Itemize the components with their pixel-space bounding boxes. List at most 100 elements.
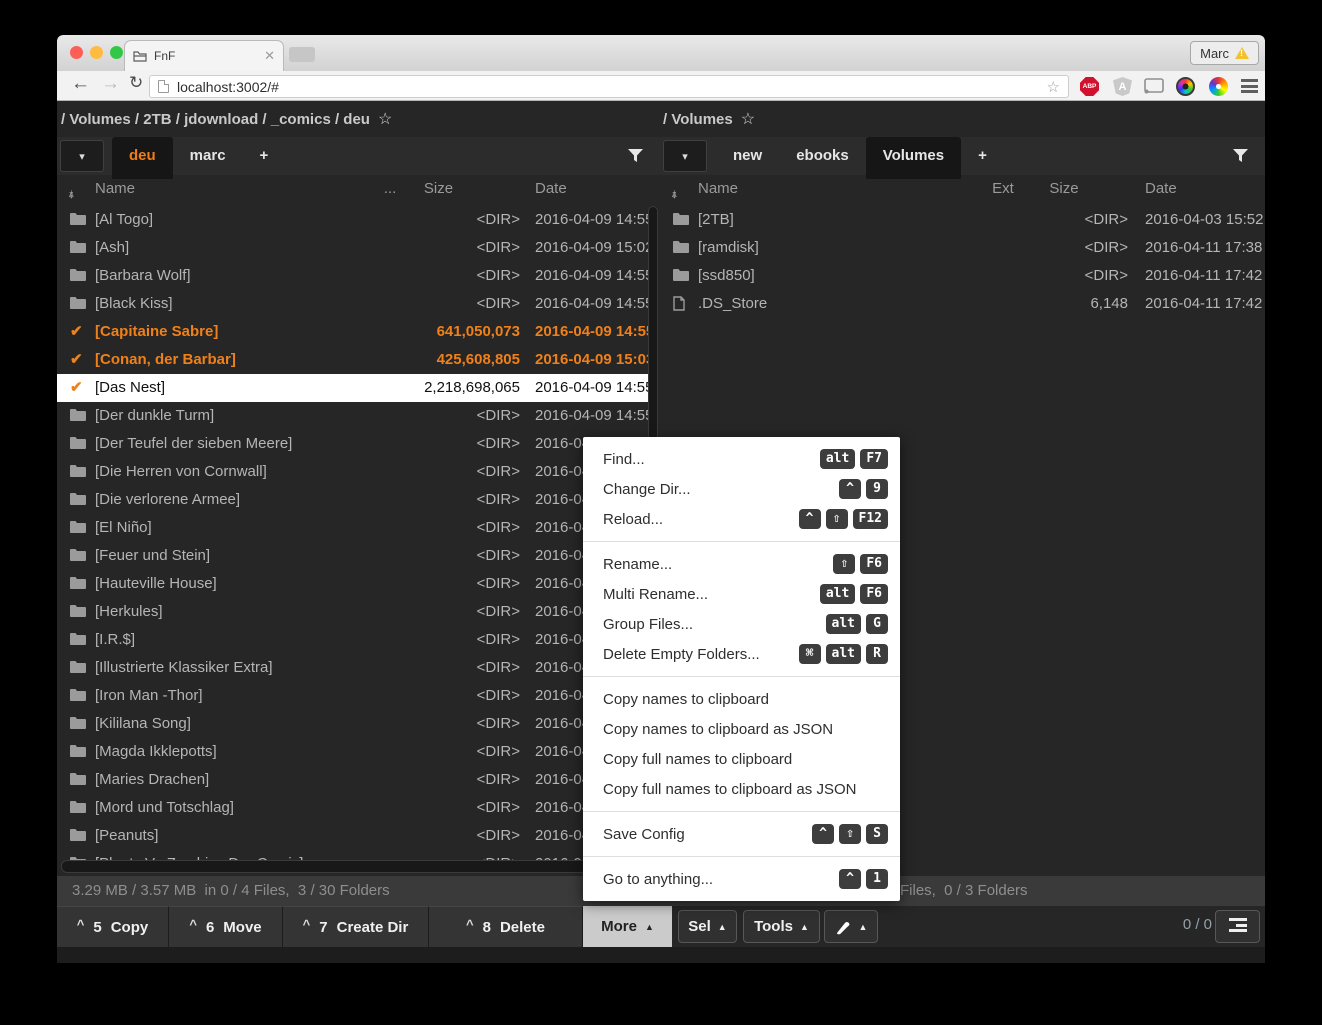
column-size[interactable]: Size <box>1000 180 1128 197</box>
file-row[interactable]: [Illustrierte Klassiker Extra]<DIR>2016-… <box>57 654 648 682</box>
more-button[interactable]: More▲ <box>583 906 672 947</box>
cast-extension-icon[interactable] <box>1144 78 1164 94</box>
file-row[interactable]: [Hauteville House]<DIR>2016-04-09 14:55 <box>57 570 648 598</box>
file-row[interactable]: .DS_Store6,1482016-04-11 17:42 <box>660 290 1265 318</box>
menu-item-reload[interactable]: Reload...^⇧F12 <box>583 504 900 534</box>
file-row[interactable]: [Der Teufel der sieben Meere]<DIR>2016-0… <box>57 430 648 458</box>
column-size[interactable]: Size <box>357 180 520 197</box>
window-bottom-strip <box>57 947 1265 963</box>
forward-icon[interactable]: → <box>101 73 120 95</box>
file-row[interactable]: ✔[Capitaine Sabre]641,050,0732016-04-09 … <box>57 318 648 346</box>
menu-item-copy-full-names-to-clipboard[interactable]: Copy full names to clipboard <box>583 744 900 774</box>
file-row[interactable]: [ramdisk]<DIR>2016-04-11 17:38 <box>660 234 1265 262</box>
copy-button[interactable]: ^5Copy <box>57 906 169 947</box>
horizontal-scrollbar[interactable] <box>61 860 645 873</box>
menu-item-copy-names-to-clipboard-as-json[interactable]: Copy names to clipboard as JSON <box>583 714 900 744</box>
file-row[interactable]: [Die verlorene Armee]<DIR>2016-04-09 14:… <box>57 486 648 514</box>
menu-item-change-dir[interactable]: Change Dir...^9 <box>583 474 900 504</box>
folder-icon <box>70 408 86 421</box>
column-name[interactable]: Name <box>95 180 135 197</box>
menu-item-copy-full-names-to-clipboard-as-json[interactable]: Copy full names to clipboard as JSON <box>583 774 900 804</box>
file-row[interactable]: [Peanuts]<DIR>2016-04-09 14:55 <box>57 822 648 850</box>
create-dir-button[interactable]: ^7Create Dir <box>283 906 429 947</box>
breadcrumb-left[interactable]: / Volumes / 2TB / jdownload / _comics / … <box>61 109 392 129</box>
file-row[interactable]: ✔[Das Nest]2,218,698,0652016-04-09 14:55 <box>57 374 648 402</box>
file-row[interactable]: [Der dunkle Turm]<DIR>2016-04-09 14:55 <box>57 402 648 430</box>
zoom-window-button[interactable] <box>110 46 123 59</box>
button-label: Create Dir <box>337 919 409 936</box>
move-button[interactable]: ^6Move <box>169 906 283 947</box>
file-name: [2TB] <box>698 211 734 228</box>
left-filter-icon[interactable] <box>628 149 643 163</box>
menu-item-rename[interactable]: Rename...⇧F6 <box>583 549 900 579</box>
column-name[interactable]: Name <box>698 180 738 197</box>
colorpicker-extension-icon[interactable] <box>1176 77 1195 96</box>
menu-item-copy-names-to-clipboard[interactable]: Copy names to clipboard <box>583 684 900 714</box>
close-window-button[interactable] <box>70 46 83 59</box>
file-row[interactable]: [I.R.$]<DIR>2016-04-09 14:55 <box>57 626 648 654</box>
menu-item-go-to-anything[interactable]: Go to anything...^1 <box>583 864 900 894</box>
column-date[interactable]: Date <box>535 180 567 197</box>
pane-tab-Volumes[interactable]: Volumes <box>866 137 961 179</box>
url-bar[interactable]: localhost:3002/# ☆ <box>149 75 1069 98</box>
pane-tab-ebooks[interactable]: ebooks <box>779 137 866 175</box>
theme-brush-button[interactable]: ▲ <box>824 910 878 943</box>
file-row[interactable]: [Magda Ikklepotts]<DIR>2016-04-09 14:55 <box>57 738 648 766</box>
file-row[interactable]: [Kililana Song]<DIR>2016-04-09 14:55 <box>57 710 648 738</box>
file-name: [Barbara Wolf] <box>95 267 191 284</box>
close-tab-icon[interactable]: ✕ <box>264 48 275 64</box>
log-button[interactable] <box>1215 910 1260 943</box>
folder-icon <box>673 240 689 253</box>
file-row[interactable]: [Al Togo]<DIR>2016-04-09 14:55 <box>57 206 648 234</box>
file-row[interactable]: ✔[Conan, der Barbar]425,608,8052016-04-0… <box>57 346 648 374</box>
file-row[interactable]: [Ash]<DIR>2016-04-09 15:02 <box>57 234 648 262</box>
sel-button[interactable]: Sel▲ <box>678 910 737 943</box>
file-row[interactable]: [Herkules]<DIR>2016-04-09 14:55 <box>57 598 648 626</box>
file-row[interactable]: [2TB]<DIR>2016-04-03 15:52 <box>660 206 1265 234</box>
menu-item-delete-empty-folders[interactable]: Delete Empty Folders...⌘altR <box>583 639 900 669</box>
angular-extension-icon[interactable]: A <box>1113 77 1132 96</box>
file-date: 2016-04-09 15:02 <box>535 239 648 256</box>
pane-tab-deu[interactable]: deu <box>112 137 173 179</box>
file-name: [Feuer und Stein] <box>95 547 210 564</box>
menu-item-find[interactable]: Find...altF7 <box>583 444 900 474</box>
right-tab-dropdown-button[interactable]: ▾ <box>663 140 707 172</box>
chrome-menu-icon[interactable] <box>1241 79 1258 96</box>
pane-tab-[interactable]: + <box>961 137 1004 175</box>
favorite-star-icon[interactable]: ☆ <box>378 111 392 128</box>
file-row[interactable]: [El Niño]<DIR>2016-04-09 14:55 <box>57 514 648 542</box>
breadcrumb-right[interactable]: / Volumes☆ <box>663 109 755 129</box>
adblock-extension-icon[interactable]: ABP <box>1080 77 1099 96</box>
reload-icon[interactable]: ↻ <box>129 73 143 93</box>
pane-tab-new[interactable]: new <box>716 137 779 175</box>
new-browser-tab-button[interactable] <box>289 47 315 62</box>
minimize-window-button[interactable] <box>90 46 103 59</box>
favorite-star-icon[interactable]: ☆ <box>741 111 755 128</box>
menu-item-multi-rename[interactable]: Multi Rename...altF6 <box>583 579 900 609</box>
pane-tab-marc[interactable]: marc <box>173 137 243 175</box>
column-date[interactable]: Date <box>1145 180 1177 197</box>
pane-tab-[interactable]: + <box>243 137 286 175</box>
menu-item-group-files[interactable]: Group Files...altG <box>583 609 900 639</box>
file-row[interactable]: [Die Herren von Cornwall]<DIR>2016-04-09… <box>57 458 648 486</box>
tools-button[interactable]: Tools▲ <box>743 910 820 943</box>
file-row[interactable]: [Barbara Wolf]<DIR>2016-04-09 14:55 <box>57 262 648 290</box>
profile-button[interactable]: Marc <box>1190 41 1259 65</box>
browser-tab[interactable]: FnF ✕ <box>124 40 284 71</box>
file-row[interactable]: [Iron Man -Thor]<DIR>2016-04-09 14:55 <box>57 682 648 710</box>
shortcut-key: ^ <box>812 824 834 844</box>
menu-item-save-config[interactable]: Save Config^⇧S <box>583 819 900 849</box>
file-row[interactable]: [Feuer und Stein]<DIR>2016-04-09 14:55 <box>57 542 648 570</box>
file-row[interactable]: [Maries Drachen]<DIR>2016-04-09 14:55 <box>57 766 648 794</box>
bookmark-star-icon[interactable]: ☆ <box>1047 78 1060 96</box>
back-icon[interactable]: ← <box>71 73 90 95</box>
colorwheel-extension-icon[interactable] <box>1209 77 1228 96</box>
file-row[interactable]: [ssd850]<DIR>2016-04-11 17:42 <box>660 262 1265 290</box>
file-size: <DIR> <box>357 491 520 508</box>
file-row[interactable]: [Black Kiss]<DIR>2016-04-09 14:55 <box>57 290 648 318</box>
file-row[interactable]: [Mord und Totschlag]<DIR>2016-04-09 14:5… <box>57 794 648 822</box>
shortcut-keys: altF6 <box>820 584 888 604</box>
left-tab-dropdown-button[interactable]: ▾ <box>60 140 104 172</box>
delete-button[interactable]: ^8Delete <box>429 906 583 947</box>
right-filter-icon[interactable] <box>1233 149 1248 163</box>
